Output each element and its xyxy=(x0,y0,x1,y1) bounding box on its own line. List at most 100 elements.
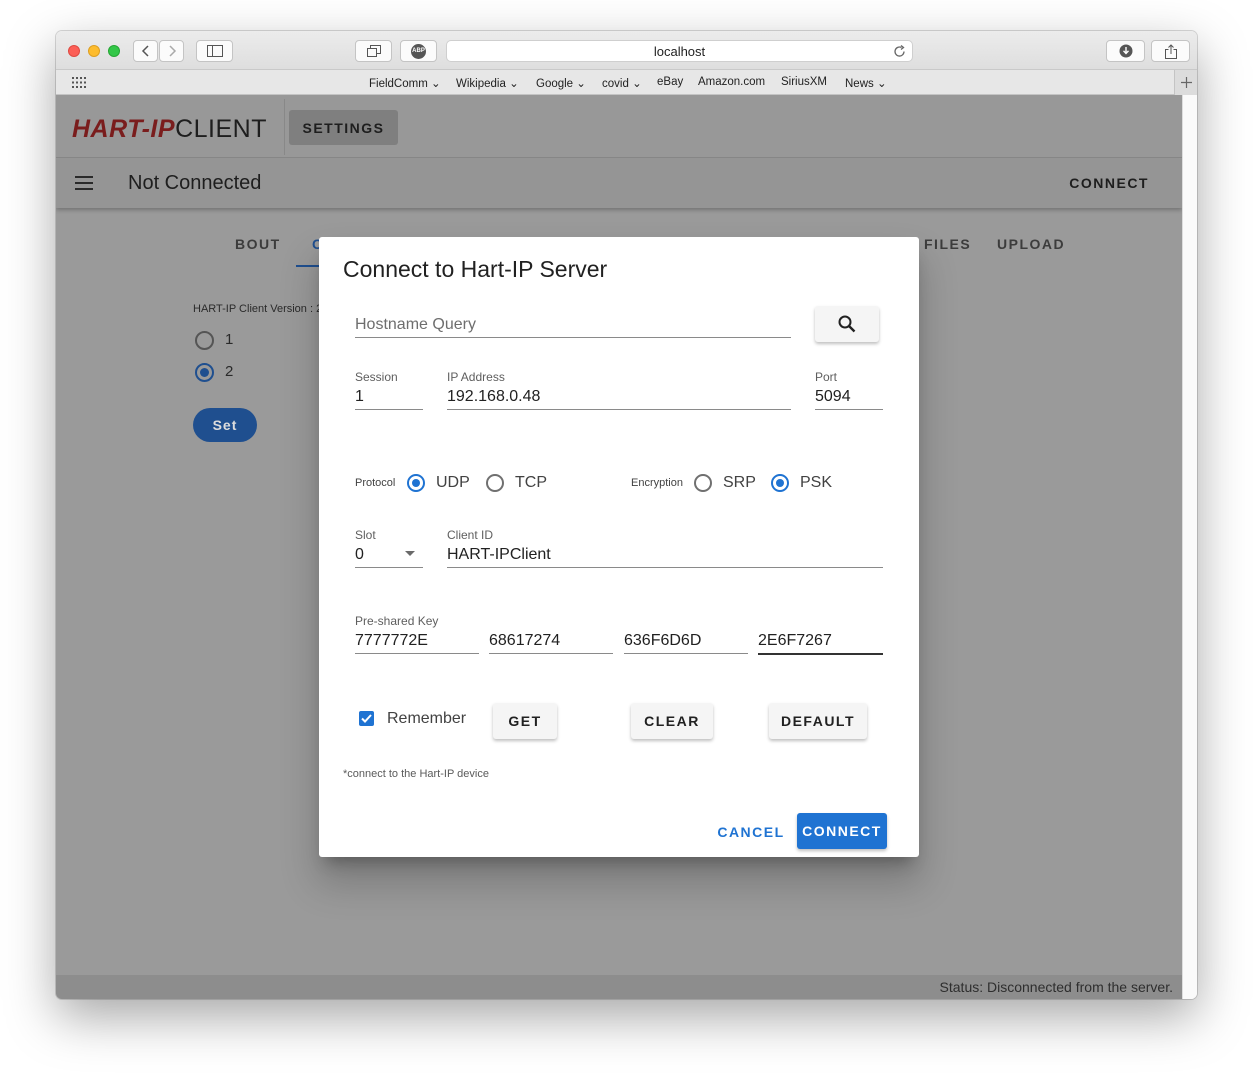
encryption-label: Encryption xyxy=(631,477,683,489)
psk-value-3: 636F6D6D xyxy=(624,632,702,649)
psk-underline-4 xyxy=(758,653,883,655)
tab-files[interactable]: FILES xyxy=(924,236,971,252)
encryption-srp-label: SRP xyxy=(723,474,756,491)
ip-address-value: 192.168.0.48 xyxy=(447,388,541,405)
protocol-label: Protocol xyxy=(355,477,396,489)
tab-upload[interactable]: UPLOAD xyxy=(997,236,1065,252)
version-2-radio[interactable] xyxy=(195,363,214,382)
settings-button[interactable]: SETTINGS xyxy=(289,110,398,145)
app-logo: HART-IPCLIENT xyxy=(72,115,267,143)
version-1-radio[interactable] xyxy=(195,331,214,350)
bookmark-wikipedia[interactable]: Wikipedia ⌄ xyxy=(456,76,519,90)
psk-label: Pre-shared Key xyxy=(355,614,439,628)
protocol-udp-label: UDP xyxy=(436,474,470,491)
bookmark-ebay[interactable]: eBay xyxy=(657,76,683,88)
app-page: HART-IPCLIENT SETTINGS Not Connected CON… xyxy=(56,95,1182,999)
dialog-note: *connect to the Hart-IP device xyxy=(343,768,489,780)
psk-value-4: 2E6F7267 xyxy=(758,632,832,649)
toolbar-connect-button[interactable]: CONNECT xyxy=(1069,175,1149,191)
remember-checkbox[interactable] xyxy=(359,711,374,726)
port-field[interactable]: 5094 xyxy=(815,385,883,411)
bookmark-amazon[interactable]: Amazon.com xyxy=(698,76,765,88)
tab-about[interactable]: BOUT xyxy=(235,236,281,252)
bookmark-covid[interactable]: covid ⌄ xyxy=(602,76,642,90)
bookmark-fieldcomm[interactable]: FieldComm ⌄ xyxy=(369,76,441,90)
psk-field-4[interactable]: 2E6F7267 xyxy=(758,629,883,655)
address-bar[interactable]: localhost xyxy=(446,40,913,62)
client-id-field[interactable]: HART-IPClient xyxy=(447,543,883,569)
hostname-search-button[interactable] xyxy=(815,306,879,342)
client-id-label: Client ID xyxy=(447,528,494,542)
cancel-button[interactable]: CANCEL xyxy=(709,814,793,850)
client-id-value: HART-IPClient xyxy=(447,546,551,563)
sidebar-toggle-button[interactable] xyxy=(196,40,233,62)
psk-value-1: 7777772E xyxy=(355,632,428,649)
protocol-udp-radio[interactable] xyxy=(407,474,425,492)
connection-status: Not Connected xyxy=(128,172,262,194)
status-bar: Status: Disconnected from the server. xyxy=(56,975,1182,999)
psk-field-1[interactable]: 7777772E xyxy=(355,629,479,655)
clear-button[interactable]: CLEAR xyxy=(631,703,713,739)
chevron-left-icon xyxy=(141,45,149,57)
psk-field-2[interactable]: 68617274 xyxy=(489,629,613,655)
reload-icon[interactable] xyxy=(893,45,906,58)
protocol-tcp-radio[interactable] xyxy=(486,474,504,492)
hostname-placeholder: Hostname Query xyxy=(355,316,476,333)
grid-icon[interactable] xyxy=(72,77,86,88)
back-button[interactable] xyxy=(133,40,158,62)
dropdown-arrow-icon xyxy=(405,551,415,556)
port-underline xyxy=(815,409,883,410)
page-scrollbar[interactable] xyxy=(1182,95,1197,999)
chevron-down-icon: ⌄ xyxy=(876,78,887,90)
app-header: HART-IPCLIENT SETTINGS xyxy=(56,95,1182,158)
bookmark-news[interactable]: News ⌄ xyxy=(845,76,887,90)
zoom-window-button[interactable] xyxy=(108,45,120,57)
downloads-button[interactable] xyxy=(1106,40,1145,62)
bookmark-siriusxm[interactable]: SiriusXM xyxy=(781,76,827,88)
set-version-button[interactable]: Set xyxy=(193,408,257,442)
encryption-psk-label: PSK xyxy=(800,474,833,491)
slot-select[interactable]: 0 xyxy=(355,543,423,569)
close-window-button[interactable] xyxy=(68,45,80,57)
psk-value-2: 68617274 xyxy=(489,632,561,649)
get-button[interactable]: GET xyxy=(493,703,557,739)
connect-dialog: Connect to Hart-IP Server Hostname Query… xyxy=(319,237,919,857)
psk-field-3[interactable]: 636F6D6D xyxy=(624,629,748,655)
status-text: Status: Disconnected from the server. xyxy=(939,979,1173,995)
port-value: 5094 xyxy=(815,388,851,405)
chevron-down-icon: ⌄ xyxy=(431,78,441,90)
slot-underline xyxy=(355,567,423,568)
version-1-label: 1 xyxy=(225,331,234,348)
menu-icon[interactable] xyxy=(75,176,93,190)
bookmark-google[interactable]: Google ⌄ xyxy=(536,76,586,90)
chevron-down-icon: ⌄ xyxy=(632,78,642,90)
url-text: localhost xyxy=(653,43,706,59)
app-toolbar: Not Connected CONNECT xyxy=(56,159,1182,208)
psk-underline-2 xyxy=(489,653,613,654)
new-tab-button[interactable] xyxy=(1174,70,1197,95)
search-icon xyxy=(838,315,856,333)
adblock-button[interactable]: ABP xyxy=(400,40,437,62)
port-label: Port xyxy=(815,370,838,384)
plus-icon xyxy=(1180,77,1192,88)
psk-underline-1 xyxy=(355,653,479,654)
ip-address-field[interactable]: 192.168.0.48 xyxy=(447,385,791,411)
session-value: 1 xyxy=(355,388,364,405)
session-underline xyxy=(355,409,423,410)
connect-button[interactable]: CONNECT xyxy=(797,813,887,849)
hostname-underline xyxy=(355,337,791,338)
session-field[interactable]: 1 xyxy=(355,385,423,411)
encryption-psk-radio[interactable] xyxy=(771,474,789,492)
download-icon xyxy=(1119,44,1132,58)
default-button[interactable]: DEFAULT xyxy=(769,703,867,739)
encryption-srp-radio[interactable] xyxy=(694,474,712,492)
minimize-window-button[interactable] xyxy=(88,45,100,57)
tabs-overview-button[interactable] xyxy=(355,40,392,62)
check-icon xyxy=(361,714,372,723)
ip-address-underline xyxy=(447,409,791,410)
forward-button[interactable] xyxy=(159,40,184,62)
browser-titlebar: ABP localhost xyxy=(56,31,1197,70)
slot-label: Slot xyxy=(355,528,376,542)
hostname-query-input[interactable]: Hostname Query xyxy=(355,311,791,341)
share-button[interactable] xyxy=(1151,40,1190,62)
